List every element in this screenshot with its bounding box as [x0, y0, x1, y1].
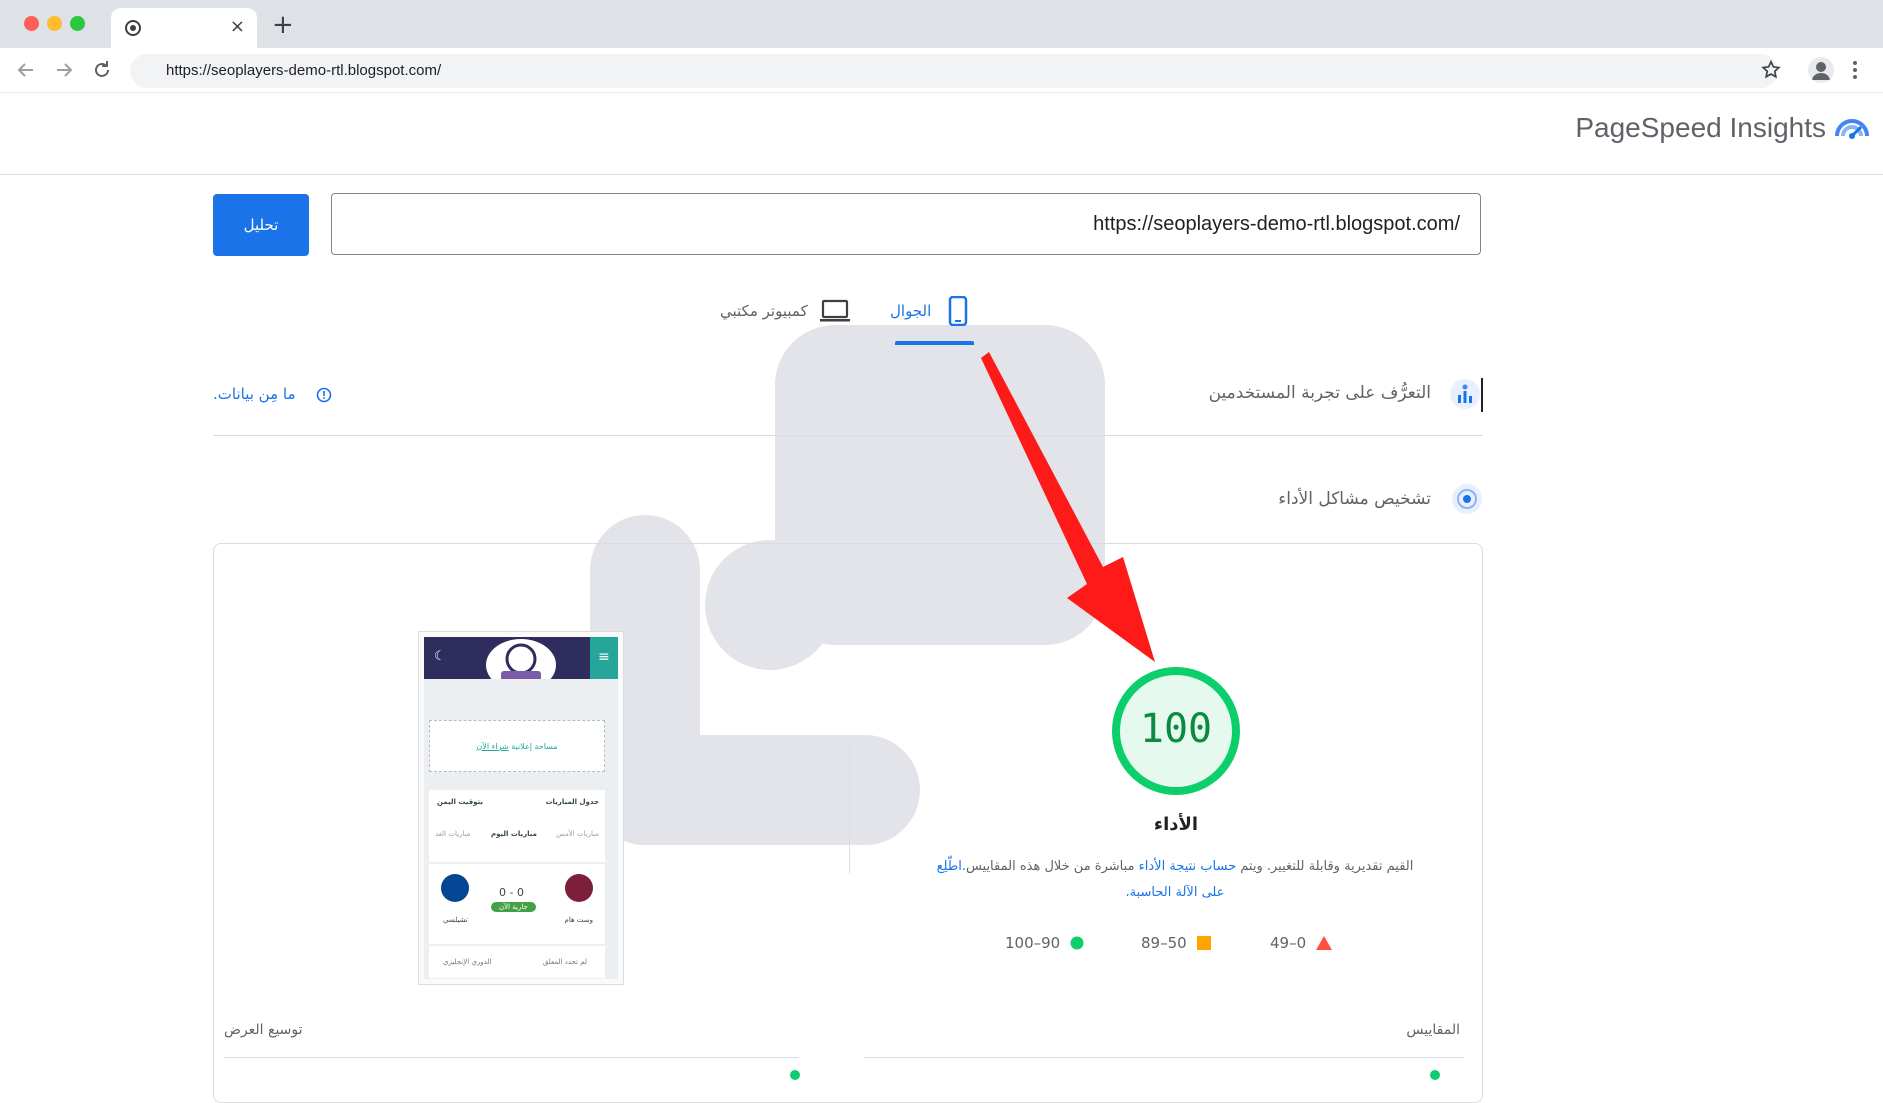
pagespeed-logo-icon[interactable]: [1834, 114, 1870, 146]
no-data-link[interactable]: ما مِن بيانات.: [213, 385, 296, 403]
info-icon[interactable]: [316, 387, 332, 403]
page-screenshot-thumbnail[interactable]: ☾ ≡ مساحة إعلانية شراء الآن جدول المباري…: [418, 631, 624, 985]
menu-icon: ≡: [590, 637, 618, 679]
score-calculation-link[interactable]: حساب نتيجة الأداء: [1139, 859, 1236, 874]
metric-status-icon: [790, 1070, 800, 1080]
match-table-title: جدول المباريات: [545, 798, 599, 806]
maximize-window-button[interactable]: [70, 16, 85, 31]
profile-avatar[interactable]: [1808, 57, 1834, 83]
diagnose-section-title: تشخيص مشاكل الأداء: [1278, 489, 1431, 509]
orange-square-icon: [1196, 936, 1211, 950]
new-tab-button[interactable]: +: [272, 12, 294, 38]
match-card: 0 - 0 جارية الآن وست هام تشيلسي: [429, 864, 605, 944]
team-home-crest: [565, 874, 593, 902]
chrome-icon: [125, 20, 141, 36]
tab-tomorrow[interactable]: مباريات الغد: [435, 830, 470, 838]
league-label: الدوري الإنجليزي: [443, 958, 492, 966]
diagnose-icon: [1452, 484, 1482, 514]
close-window-button[interactable]: [24, 16, 39, 31]
metrics-divider: [864, 1057, 1464, 1058]
bookmark-star-icon[interactable]: [1760, 59, 1782, 81]
analyze-button[interactable]: تحليل: [213, 194, 309, 256]
ad-placeholder: مساحة إعلانية شراء الآن: [429, 720, 605, 772]
tab-close-icon[interactable]: ×: [230, 17, 245, 37]
match-table: جدول المباريات بتوقيت اليمن مباريات الأم…: [429, 790, 605, 862]
section-divider: [213, 435, 1483, 436]
expand-view-label[interactable]: توسيع العرض: [224, 1022, 303, 1038]
browser-menu-icon[interactable]: [1852, 58, 1858, 82]
legend-average-label: 89–50: [1141, 934, 1187, 952]
match-score: 0 - 0: [499, 886, 524, 899]
legend-poor: 49–0: [1270, 934, 1333, 952]
commentator-label: لم تحدد المعلق: [542, 958, 587, 966]
metrics-label: المقاييس: [1406, 1022, 1460, 1038]
tab-today[interactable]: مباريات اليوم: [491, 830, 537, 838]
metric-status-icon: [1430, 1070, 1440, 1080]
browser-tab[interactable]: ×: [111, 8, 257, 48]
expand-divider: [224, 1057, 799, 1058]
tab-mobile-label: الجوال: [890, 302, 932, 320]
desc-text-2: مباشرة من خلال هذه المقاييس.: [961, 859, 1139, 874]
smartphone-icon: [949, 296, 968, 326]
ux-section-title: التعرُّف على تجربة المستخدمين: [1208, 383, 1431, 403]
match-footer: الدوري الإنجليزي لم تحدد المعلق: [429, 946, 605, 978]
reload-icon[interactable]: [90, 58, 114, 82]
url-input[interactable]: https://seoplayers-demo-rtl.blogspot.com…: [331, 193, 1481, 255]
person-icon: [1812, 62, 1830, 80]
team-away-name: تشيلسي: [443, 916, 468, 924]
tab-desktop-label: كمبيوتر مكتبي: [720, 302, 808, 320]
card-divider: [849, 745, 850, 873]
ad-text: مساحة إعلانية: [511, 741, 558, 751]
performance-title: الأداء: [1153, 814, 1199, 835]
legend-good: 100–90: [1005, 934, 1084, 952]
timezone-select[interactable]: بتوقيت اليمن: [437, 798, 483, 806]
green-circle-icon: [1070, 936, 1084, 950]
address-bar-url: https://seoplayers-demo-rtl.blogspot.com…: [166, 62, 442, 79]
performance-card: [213, 543, 1483, 1103]
match-status-badge: جارية الآن: [491, 902, 536, 912]
tab-desktop[interactable]: كمبيوتر مكتبي: [720, 296, 850, 326]
team-away-crest: [441, 874, 469, 902]
tab-yesterday[interactable]: مباريات الأمس: [556, 830, 599, 838]
legend-good-label: 100–90: [1005, 934, 1061, 952]
text-caret: [1481, 378, 1483, 412]
browser-tab-bar: × +: [0, 0, 1883, 48]
red-arrow-annotation: [981, 352, 1155, 662]
red-triangle-icon: [1316, 936, 1333, 950]
users-chart-icon: [1450, 379, 1480, 409]
legend-poor-label: 49–0: [1270, 934, 1307, 952]
performance-description: القيم تقديرية وقابلة للتغيير. ويتم حساب …: [925, 854, 1425, 906]
desc-text-1: القيم تقديرية وقابلة للتغيير. ويتم: [1236, 859, 1414, 874]
performance-score: 100: [1139, 706, 1213, 752]
active-tab-indicator: [895, 341, 974, 345]
legend-average: 89–50: [1141, 934, 1211, 952]
page-title: PageSpeed Insights: [1575, 112, 1826, 143]
moon-icon: ☾: [434, 649, 446, 664]
minimize-window-button[interactable]: [47, 16, 62, 31]
forward-arrow-icon[interactable]: [52, 58, 76, 82]
site-header: ☾ ≡: [424, 637, 618, 691]
back-arrow-icon[interactable]: [14, 58, 38, 82]
ad-link[interactable]: شراء الآن: [476, 742, 508, 751]
laptop-icon: [819, 299, 850, 322]
team-home-name: وست هام: [564, 916, 593, 924]
address-bar[interactable]: https://seoplayers-demo-rtl.blogspot.com…: [130, 54, 1778, 88]
tab-mobile[interactable]: الجوال: [890, 296, 969, 326]
